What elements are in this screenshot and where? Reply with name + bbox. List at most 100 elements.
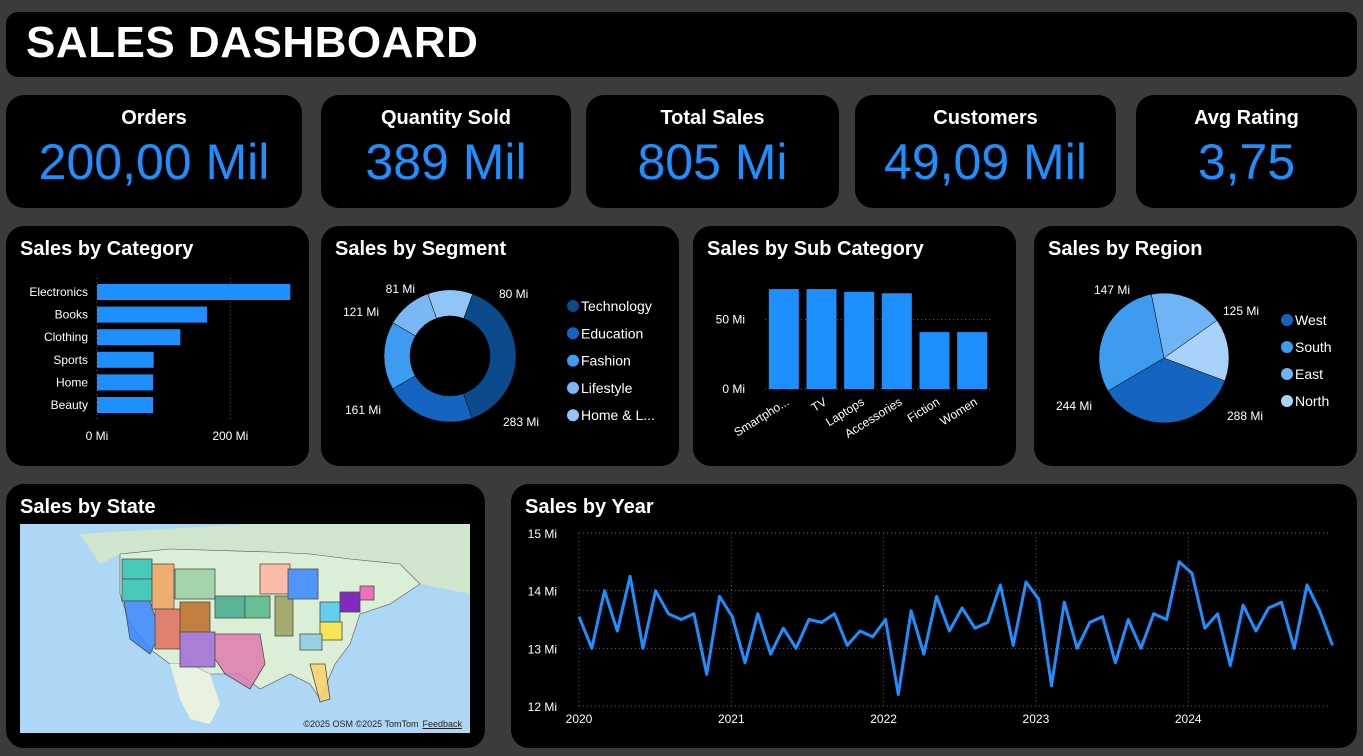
legend-marker	[1281, 314, 1293, 326]
state-shape	[319, 601, 341, 623]
kpi-label: Total Sales	[660, 107, 765, 129]
state-shape	[179, 601, 211, 633]
slice-value-label: 80 Mi	[499, 287, 528, 301]
state-shape	[274, 595, 294, 637]
bar	[806, 289, 837, 389]
category-label: Clothing	[44, 330, 88, 344]
legend-label: North	[1295, 393, 1329, 409]
legend-marker	[567, 354, 579, 367]
legend-marker	[1281, 368, 1293, 380]
slice-value-label: 244 Mi	[1056, 399, 1092, 413]
kpi-avg-rating: Avg Rating 3,75	[1136, 95, 1357, 208]
legend-marker	[567, 381, 579, 394]
x-tick-label: 200 Mi	[212, 429, 248, 443]
state-shape	[359, 585, 375, 601]
legend-marker	[567, 300, 579, 312]
kpi-value: 49,09 Mil	[884, 134, 1087, 190]
subcategory-bar-chart[interactable]: 0 Mi50 MiSmartpho... TVLaptopsAccessories…	[693, 226, 1016, 466]
state-shape	[339, 591, 361, 613]
kpi-label: Quantity Sold	[381, 107, 511, 129]
legend-marker	[1281, 341, 1293, 353]
bar	[957, 332, 988, 389]
legend-label: East	[1295, 366, 1323, 382]
bar	[844, 291, 875, 389]
kpi-value: 200,00 Mil	[38, 134, 270, 190]
state-shape	[214, 595, 246, 619]
state-shape	[319, 621, 343, 641]
bar	[919, 332, 950, 389]
bar	[97, 397, 153, 413]
segment-donut-chart[interactable]: 283 Mi 161 Mi 121 Mi 81 Mi 80 Mi Technology Ed…	[321, 226, 679, 466]
x-tick-label: 2021	[718, 712, 745, 726]
chart-sales-by-category[interactable]: Sales by Category 0 Mi 200 Mi Electronics B…	[6, 226, 309, 466]
bar	[97, 306, 207, 323]
category-label: Home	[56, 375, 88, 389]
kpi-quantity-sold: Quantity Sold 389 Mil	[321, 95, 571, 208]
x-tick-label: 2023	[1023, 712, 1050, 726]
map-feedback-link[interactable]: Feedback	[422, 719, 462, 729]
bar	[768, 289, 799, 389]
series-line	[577, 560, 1334, 696]
state-shape	[174, 568, 216, 600]
legend-label: Fashion	[581, 353, 631, 369]
kpi-value: 389 Mil	[365, 134, 527, 190]
state-shape	[244, 595, 271, 619]
legend-marker	[567, 327, 579, 340]
bar	[97, 284, 291, 300]
category-label: Beauty	[51, 398, 88, 412]
legend-marker	[1281, 395, 1293, 407]
category-label: Sports	[53, 353, 88, 367]
kpi-label: Avg Rating	[1194, 107, 1299, 129]
kpi-total-sales: Total Sales 805 Mi	[586, 95, 839, 208]
category-label: Smartpho...	[731, 395, 791, 440]
x-tick-label: 2022	[870, 712, 897, 726]
kpi-customers: Customers 49,09 Mil	[855, 95, 1116, 208]
slice-value-label: 283 Mi	[503, 415, 539, 429]
chart-sales-by-year[interactable]: Sales by Year 12 Mi 13 Mi 14 Mi 15 Mi 2020 20…	[511, 484, 1357, 748]
legend-label: Lifestyle	[581, 380, 633, 396]
category-label: Electronics	[29, 285, 88, 299]
state-map[interactable]: ©2025 OSM ©2025 TomTom Feedback	[20, 524, 470, 733]
bar	[97, 329, 181, 346]
x-tick-label: 0 Mi	[86, 429, 109, 443]
kpi-value: 3,75	[1197, 134, 1296, 190]
x-tick-label: 2020	[566, 712, 593, 726]
map-copyright: ©2025 OSM ©2025 TomTom	[303, 719, 419, 729]
kpi-label: Customers	[933, 107, 1038, 129]
page-title: SALES DASHBOARD	[26, 18, 479, 67]
chart-sales-by-state[interactable]: Sales by State ©2025 OSM ©2025 TomTom Fe…	[6, 484, 485, 748]
slice-value-label: 147 Mi	[1094, 283, 1130, 297]
y-tick-label: 50 Mi	[716, 313, 745, 327]
year-line-chart[interactable]: 12 Mi 13 Mi 14 Mi 15 Mi 2020 2021 2022 2023 2024	[511, 484, 1357, 748]
category-label: Books	[55, 308, 88, 322]
y-tick-label: 13 Mi	[528, 642, 557, 656]
state-shape	[259, 563, 291, 595]
category-label: Fiction	[905, 395, 942, 426]
y-tick-label: 12 Mi	[528, 700, 557, 714]
state-shape	[121, 558, 153, 580]
donut-slice	[463, 293, 517, 419]
state-shape	[179, 631, 216, 668]
state-shape	[121, 578, 153, 602]
chart-sales-by-segment[interactable]: Sales by Segment 283 Mi 161 Mi 121 Mi 81 Mi…	[321, 226, 679, 466]
legend-label: South	[1295, 339, 1332, 355]
bar	[97, 374, 153, 391]
map-canvas[interactable]	[20, 524, 470, 733]
legend-label: Education	[581, 325, 643, 341]
kpi-orders: Orders 200,00 Mil	[6, 95, 302, 208]
kpi-label: Orders	[121, 107, 187, 129]
chart-sales-by-subcategory[interactable]: Sales by Sub Category 0 Mi 50 Mi Smartpho.…	[693, 226, 1016, 466]
category-label: Women	[937, 395, 979, 429]
x-tick-label: 2024	[1175, 712, 1202, 726]
legend-label: Technology	[581, 298, 652, 314]
slice-value-label: 121 Mi	[343, 305, 379, 319]
state-shape	[154, 608, 181, 650]
legend-label: West	[1295, 312, 1327, 328]
chart-sales-by-region[interactable]: Sales by Region 288 Mi 244 Mi 147 Mi 125 Mi…	[1034, 226, 1357, 466]
legend-marker	[567, 409, 579, 422]
y-tick-label: 0 Mi	[722, 382, 745, 396]
bar	[881, 293, 912, 389]
category-bar-chart[interactable]: 0 Mi 200 Mi Electronics Books Clothing Sports…	[6, 226, 309, 466]
title-bar: SALES DASHBOARD	[6, 12, 1357, 77]
region-pie-chart[interactable]: 288 Mi 244 Mi 147 Mi 125 Mi West South East Nor…	[1034, 226, 1357, 466]
